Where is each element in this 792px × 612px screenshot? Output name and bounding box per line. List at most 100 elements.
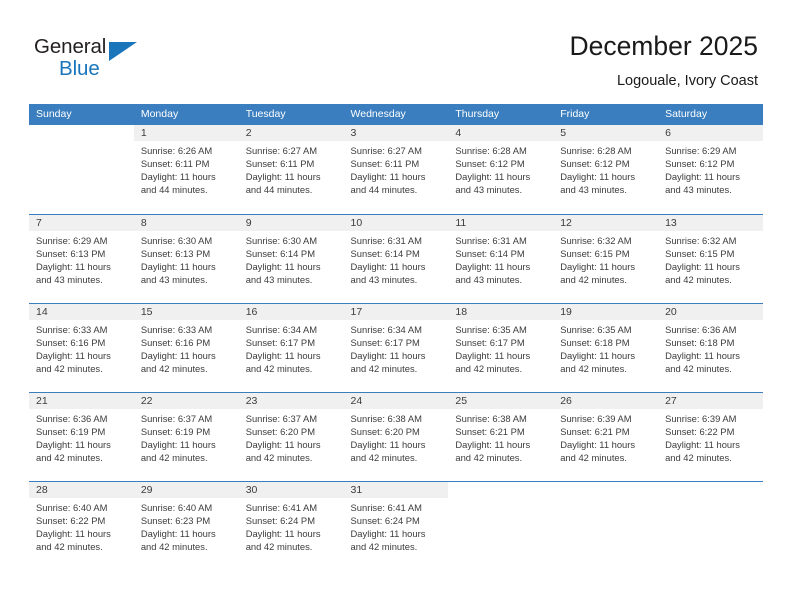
sunset-text: Sunset: 6:12 PM (560, 158, 630, 170)
calendar-day-cell[interactable]: 5 Sunrise: 6:28 AM Sunset: 6:12 PM Daylight… (553, 125, 659, 214)
day-number: 27 (658, 392, 763, 409)
day-details: Sunrise: 6:31 AM Sunset: 6:14 PM Daylight:… (344, 231, 449, 286)
day-details: Sunrise: 6:28 AM Sunset: 6:12 PM Daylight:… (448, 141, 553, 196)
sunset-text: Sunset: 6:19 PM (140, 425, 211, 437)
day-cell-inner: 28 Sunrise: 6:40 AM Sunset: 6:22 PM Dayligh… (29, 481, 134, 571)
sunset-text: Sunset: 6:11 PM (350, 158, 420, 170)
calendar-day-cell[interactable]: 30 Sunrise: 6:41 AM Sunset: 6:24 PM Dayligh… (238, 480, 344, 570)
day-number: 28 (29, 481, 134, 498)
calendar-day-cell[interactable]: 21 Sunrise: 6:36 AM Sunset: 6:19 PM Dayligh… (29, 391, 134, 481)
day-cell-inner: 20 Sunrise: 6:36 AM Sunset: 6:18 PM Dayligh… (658, 303, 763, 392)
calendar-week-row: 21 Sunrise: 6:36 AM Sunset: 6:19 PM Dayligh… (29, 391, 763, 481)
sunset-text: Sunset: 6:16 PM (140, 336, 211, 348)
calendar-week-row: 7 Sunrise: 6:29 AM Sunset: 6:13 PM Daylight… (29, 213, 763, 303)
day-number: 18 (448, 303, 554, 320)
calendar-day-cell[interactable]: 13 Sunrise: 6:32 AM Sunset: 6:15 PM Dayligh… (658, 213, 763, 303)
sunset-text: Sunset: 6:23 PM (140, 514, 211, 526)
daylight-text-line2: and 43 minutes. (350, 273, 418, 285)
calendar-day-cell[interactable]: 25 Sunrise: 6:38 AM Sunset: 6:21 PM Dayligh… (448, 391, 554, 481)
calendar-day-cell[interactable]: 14 Sunrise: 6:33 AM Sunset: 6:16 PM Dayligh… (29, 302, 134, 392)
day-details: Sunrise: 6:31 AM Sunset: 6:14 PM Daylight:… (448, 231, 553, 286)
day-number: 9 (238, 214, 344, 231)
calendar-day-cell[interactable]: 24 Sunrise: 6:38 AM Sunset: 6:20 PM Dayligh… (343, 391, 449, 481)
sunrise-text: Sunrise: 6:33 AM (36, 323, 108, 335)
day-details: Sunrise: 6:38 AM Sunset: 6:21 PM Daylight:… (448, 409, 553, 464)
calendar-day-cell[interactable]: 15 Sunrise: 6:33 AM Sunset: 6:16 PM Dayligh… (133, 302, 239, 392)
calendar-day-cell[interactable]: 31 Sunrise: 6:41 AM Sunset: 6:24 PM Dayligh… (343, 480, 449, 570)
day-details: Sunrise: 6:34 AM Sunset: 6:17 PM Daylight:… (239, 320, 344, 375)
calendar-day-cell[interactable]: 26 Sunrise: 6:39 AM Sunset: 6:21 PM Dayligh… (553, 391, 659, 481)
day-cell-inner: 17 Sunrise: 6:34 AM Sunset: 6:17 PM Dayligh… (343, 303, 449, 392)
calendar-day-cell[interactable]: 20 Sunrise: 6:36 AM Sunset: 6:18 PM Dayligh… (658, 302, 763, 392)
sunset-text: Sunset: 6:17 PM (350, 336, 420, 348)
day-number: 3 (343, 125, 449, 141)
calendar-day-cell[interactable]: 27 Sunrise: 6:39 AM Sunset: 6:22 PM Dayligh… (658, 391, 763, 481)
day-number: 24 (343, 392, 449, 409)
calendar-day-cell[interactable]: 18 Sunrise: 6:35 AM Sunset: 6:17 PM Dayligh… (448, 302, 554, 392)
day-cell-inner: 29 Sunrise: 6:40 AM Sunset: 6:23 PM Dayligh… (133, 481, 239, 571)
calendar-day-cell[interactable]: 6 Sunrise: 6:29 AM Sunset: 6:12 PM Daylight… (658, 125, 763, 214)
calendar-day-cell[interactable]: 16 Sunrise: 6:34 AM Sunset: 6:17 PM Dayligh… (238, 302, 344, 392)
calendar-day-cell[interactable]: 29 Sunrise: 6:40 AM Sunset: 6:23 PM Dayligh… (133, 480, 239, 571)
calendar-day-cell[interactable]: 12 Sunrise: 6:32 AM Sunset: 6:15 PM Dayligh… (553, 213, 659, 303)
daylight-text-line2: and 42 minutes. (140, 362, 208, 374)
calendar-day-cell[interactable]: 11 Sunrise: 6:31 AM Sunset: 6:14 PM Dayligh… (448, 213, 554, 303)
daylight-text-line1: Daylight: 11 hours (665, 260, 740, 272)
calendar-day-cell[interactable]: 2 Sunrise: 6:27 AM Sunset: 6:11 PM Daylight… (238, 125, 344, 214)
sunset-text: Sunset: 6:13 PM (36, 247, 106, 259)
calendar-page: General Blue December 2025 Logouale, Ivo… (0, 0, 792, 612)
day-cell-inner: 5 Sunrise: 6:28 AM Sunset: 6:12 PM Daylight… (553, 125, 659, 214)
day-details (658, 498, 763, 501)
daylight-text-line1: Daylight: 11 hours (36, 260, 111, 272)
calendar-day-cell[interactable]: 4 Sunrise: 6:28 AM Sunset: 6:12 PM Daylight… (448, 125, 554, 214)
daylight-text-line1: Daylight: 11 hours (560, 438, 636, 450)
sunrise-text: Sunrise: 6:34 AM (350, 323, 422, 335)
day-details: Sunrise: 6:28 AM Sunset: 6:12 PM Daylight:… (553, 141, 658, 196)
calendar-day-cell[interactable]: 17 Sunrise: 6:34 AM Sunset: 6:17 PM Dayligh… (343, 302, 449, 392)
daylight-text-line2: and 43 minutes. (245, 273, 313, 285)
day-details: Sunrise: 6:37 AM Sunset: 6:20 PM Daylight:… (239, 409, 344, 464)
calendar-day-cell[interactable]: 28 Sunrise: 6:40 AM Sunset: 6:22 PM Dayligh… (29, 480, 134, 571)
day-details: Sunrise: 6:39 AM Sunset: 6:21 PM Daylight:… (553, 409, 658, 464)
daylight-text-line1: Daylight: 11 hours (665, 438, 740, 450)
sunrise-text: Sunrise: 6:40 AM (140, 501, 213, 513)
day-cell-inner (553, 481, 659, 571)
calendar-day-cell[interactable]: 8 Sunrise: 6:30 AM Sunset: 6:13 PM Daylight… (133, 213, 239, 303)
sunrise-text: Sunrise: 6:27 AM (350, 145, 422, 156)
sunset-text: Sunset: 6:17 PM (245, 336, 315, 348)
calendar-day-cell[interactable]: 19 Sunrise: 6:35 AM Sunset: 6:18 PM Dayligh… (553, 302, 659, 392)
calendar-day-cell[interactable]: 9 Sunrise: 6:30 AM Sunset: 6:14 PM Daylight… (238, 213, 344, 303)
day-cell-inner: 3 Sunrise: 6:27 AM Sunset: 6:11 PM Daylight… (343, 125, 449, 214)
day-number: 15 (133, 303, 239, 320)
daylight-text-line1: Daylight: 11 hours (665, 349, 740, 361)
sunrise-text: Sunrise: 6:32 AM (665, 234, 737, 246)
calendar-day-cell[interactable]: 23 Sunrise: 6:37 AM Sunset: 6:20 PM Dayligh… (238, 391, 344, 481)
daylight-text-line1: Daylight: 11 hours (245, 438, 321, 450)
weekday-header-thursday: Thursday (448, 104, 554, 125)
sunrise-text: Sunrise: 6:39 AM (665, 412, 737, 424)
generalblue-logo[interactable]: General Blue (34, 34, 174, 82)
calendar-day-cell[interactable]: 3 Sunrise: 6:27 AM Sunset: 6:11 PM Daylight… (343, 125, 449, 214)
daylight-text-line2: and 42 minutes. (245, 451, 313, 463)
calendar-day-cell[interactable]: 7 Sunrise: 6:29 AM Sunset: 6:13 PM Daylight… (29, 213, 134, 303)
sunrise-text: Sunrise: 6:29 AM (665, 145, 737, 156)
day-details: Sunrise: 6:34 AM Sunset: 6:17 PM Daylight:… (344, 320, 449, 375)
daylight-text-line1: Daylight: 11 hours (36, 527, 111, 539)
calendar-day-cell[interactable]: 1 Sunrise: 6:26 AM Sunset: 6:11 PM Daylight… (133, 125, 239, 214)
day-cell-inner: 4 Sunrise: 6:28 AM Sunset: 6:12 PM Daylight… (448, 125, 554, 214)
sunrise-text: Sunrise: 6:27 AM (245, 145, 318, 156)
day-cell-inner: 22 Sunrise: 6:37 AM Sunset: 6:19 PM Dayligh… (133, 392, 239, 481)
daylight-text-line2: and 42 minutes. (455, 451, 523, 463)
day-number (448, 481, 554, 498)
sunset-text: Sunset: 6:20 PM (245, 425, 315, 437)
day-details: Sunrise: 6:41 AM Sunset: 6:24 PM Daylight:… (239, 498, 344, 553)
day-number: 31 (343, 481, 449, 498)
daylight-text-line2: and 42 minutes. (560, 451, 627, 463)
daylight-text-line2: and 42 minutes. (245, 362, 313, 374)
calendar-day-cell[interactable]: 10 Sunrise: 6:31 AM Sunset: 6:14 PM Dayligh… (343, 213, 449, 303)
daylight-text-line2: and 42 minutes. (350, 540, 418, 552)
daylight-text-line1: Daylight: 11 hours (455, 349, 531, 361)
calendar-day-cell[interactable]: 22 Sunrise: 6:37 AM Sunset: 6:19 PM Dayligh… (133, 391, 239, 481)
day-cell-inner (658, 481, 763, 571)
daylight-text-line1: Daylight: 11 hours (455, 260, 531, 272)
